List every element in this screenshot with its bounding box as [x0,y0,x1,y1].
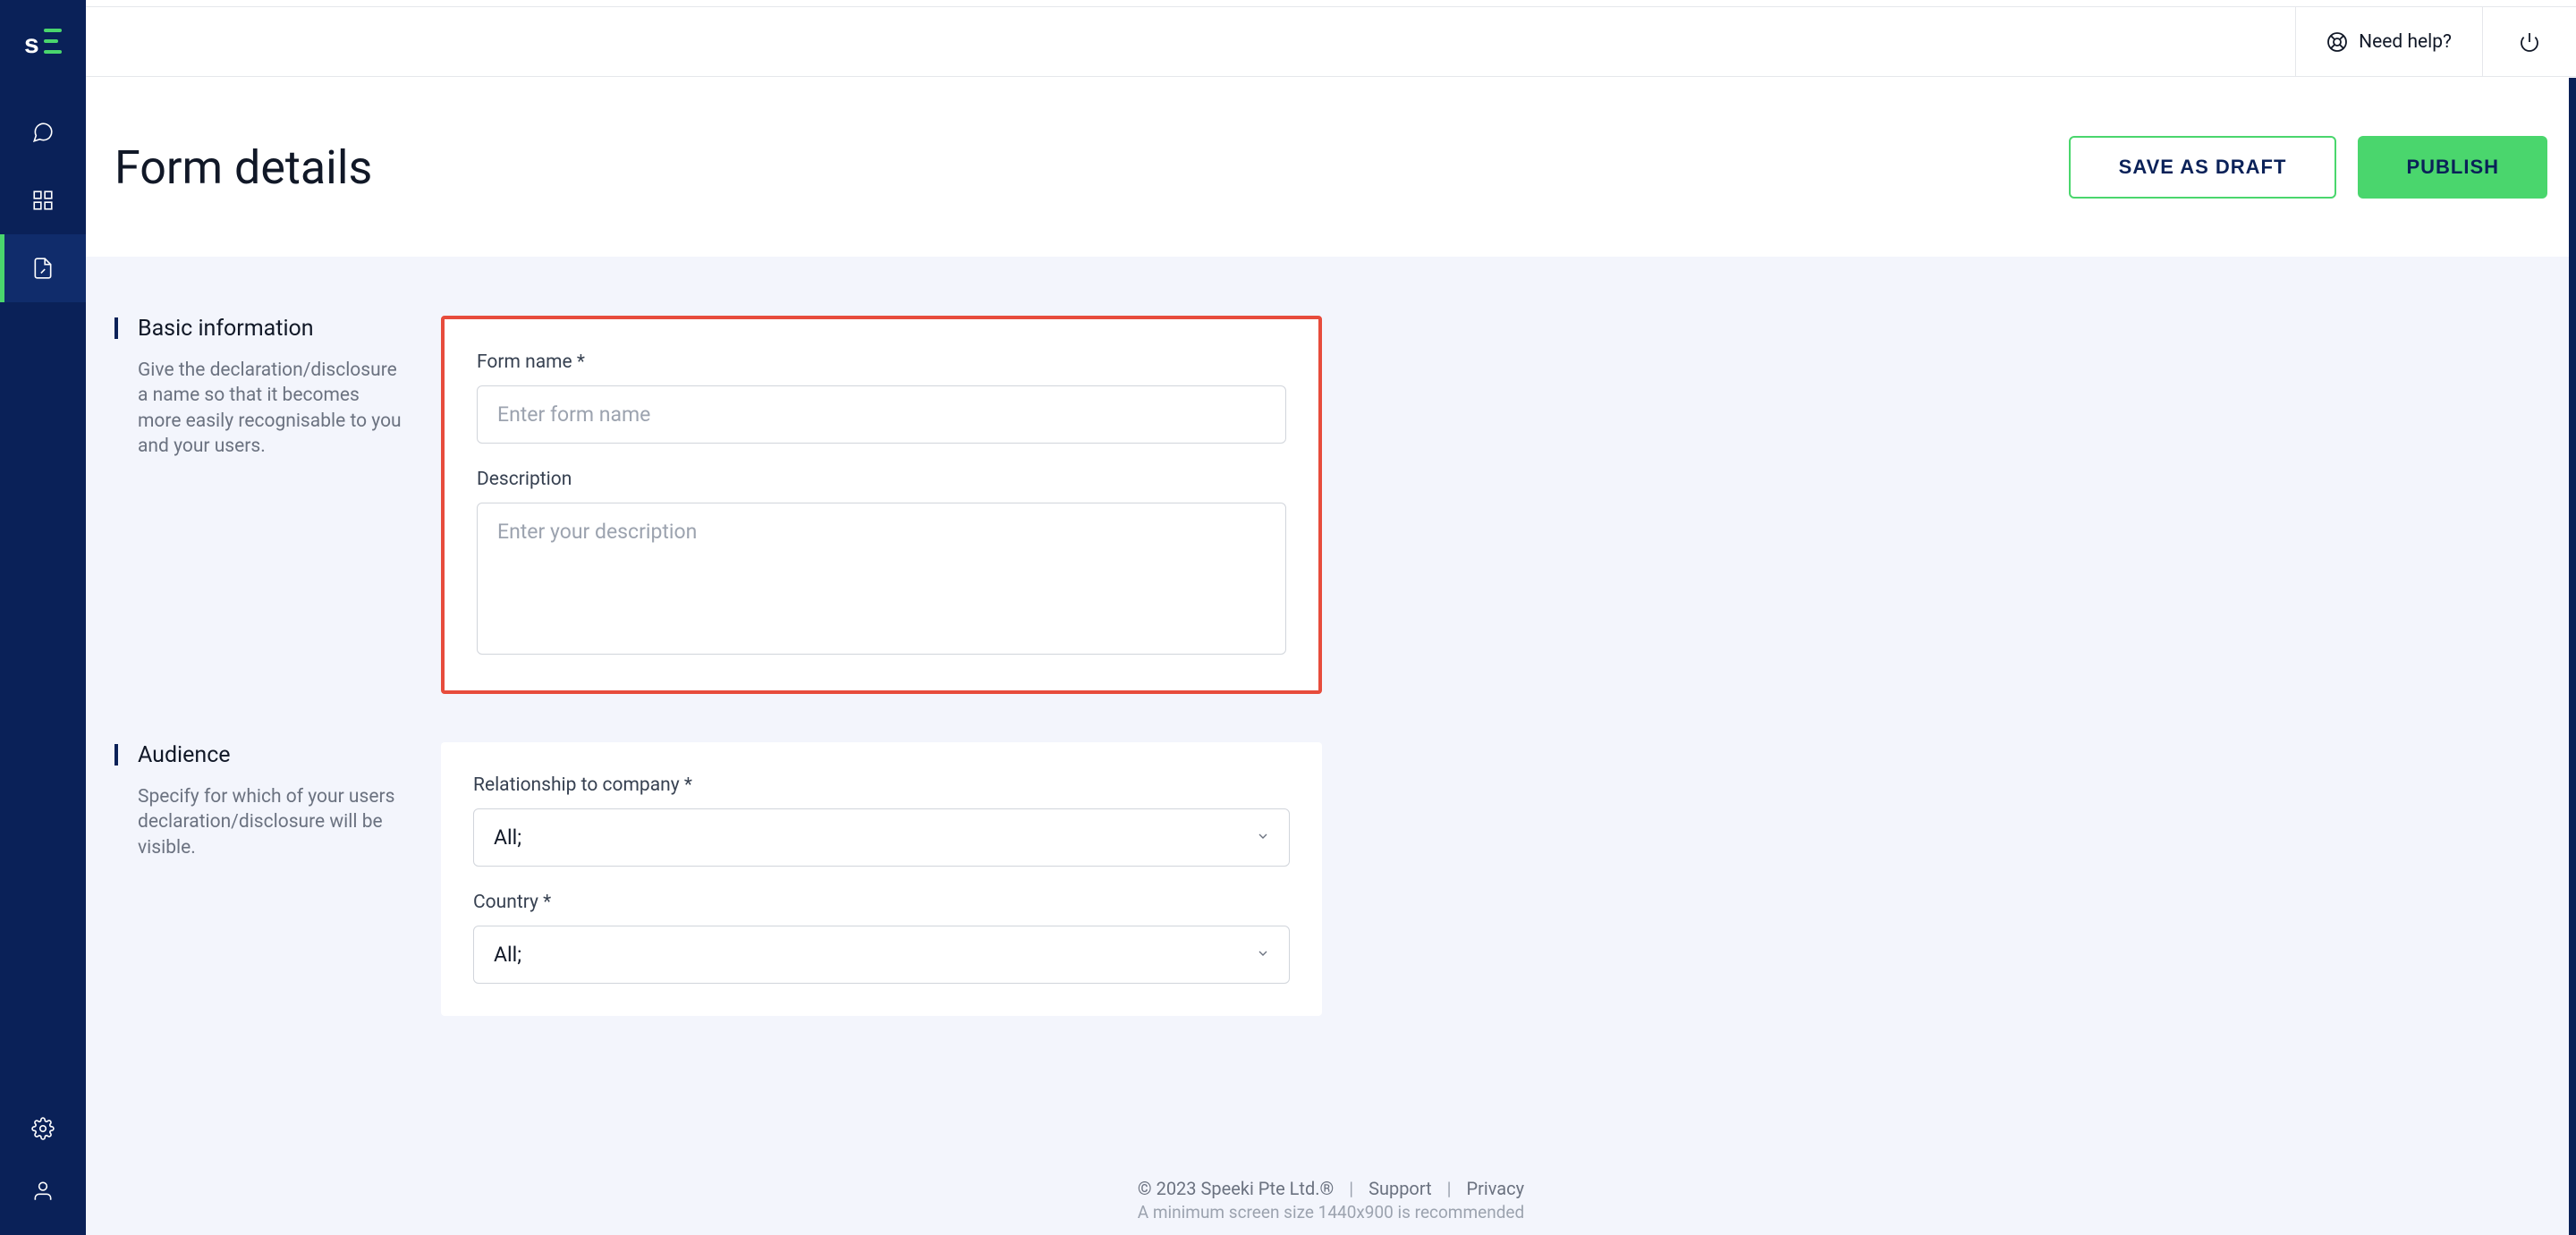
section-audience: Audience Specify for which of your users… [114,742,1322,1016]
document-edit-icon [31,257,55,280]
footer: © 2023 Speeki Pte Ltd.® | Support | Priv… [86,1165,2576,1235]
privacy-link[interactable]: Privacy [1466,1178,1524,1199]
country-select[interactable]: All; [473,926,1290,984]
nav-items [0,98,86,1097]
content-area: Basic information Give the declaration/d… [86,257,2576,1235]
section-basic-info: Basic information Give the declaration/d… [114,316,1322,694]
nav-item-settings[interactable] [31,1097,55,1160]
logo: s [22,23,64,63]
section-header: Basic information Give the declaration/d… [114,316,441,694]
section-title: Basic information [138,316,441,342]
sidebar: s [0,0,86,1235]
audience-card: Relationship to company * All; Country *… [441,742,1322,1016]
section-title: Audience [138,742,441,768]
form-group: Description [477,469,1286,658]
description-label: Description [477,469,1286,490]
basic-info-card: Form name * Description [441,316,1322,694]
section-header: Audience Specify for which of your users… [114,742,441,1016]
publish-button[interactable]: PUBLISH [2358,136,2547,199]
page-header: Form details SAVE AS DRAFT PUBLISH [86,78,2576,257]
power-icon [2519,31,2540,53]
relationship-select[interactable]: All; [473,808,1290,867]
form-name-input[interactable] [477,385,1286,444]
user-icon [31,1180,55,1203]
need-help-button[interactable]: Need help? [2295,7,2482,76]
section-description: Give the declaration/disclosure a name s… [138,358,441,459]
support-link[interactable]: Support [1368,1178,1432,1199]
grid-icon [31,189,55,212]
separator: | [1447,1178,1452,1199]
power-button[interactable] [2482,7,2576,76]
form-group: Form name * [477,351,1286,444]
separator: | [1349,1178,1353,1199]
country-label: Country * [473,892,1290,913]
chat-icon [31,121,55,144]
save-draft-button[interactable]: SAVE AS DRAFT [2069,136,2337,199]
nav-item-messages[interactable] [0,98,86,166]
form-group: Relationship to company * All; [473,774,1290,867]
right-edge-accent [2569,78,2576,1235]
form-name-label: Form name * [477,351,1286,373]
description-input[interactable] [477,503,1286,655]
min-size-notice: A minimum screen size 1440x900 is recomm… [86,1202,2576,1222]
need-help-label: Need help? [2359,31,2452,53]
relationship-label: Relationship to company * [473,774,1290,796]
svg-text:s: s [24,30,39,59]
nav-bottom [31,1097,55,1222]
header-actions: SAVE AS DRAFT PUBLISH [2069,136,2547,199]
nav-item-forms[interactable] [0,234,86,302]
page-title: Form details [114,140,372,195]
gear-icon [31,1117,55,1140]
top-bar: Need help? [86,6,2576,77]
copyright: © 2023 Speeki Pte Ltd.® [1138,1178,1334,1199]
form-group: Country * All; [473,892,1290,984]
nav-item-profile[interactable] [31,1160,55,1222]
section-description: Specify for which of your users declarat… [138,784,441,860]
nav-item-dashboard[interactable] [0,166,86,234]
help-icon [2326,31,2348,53]
